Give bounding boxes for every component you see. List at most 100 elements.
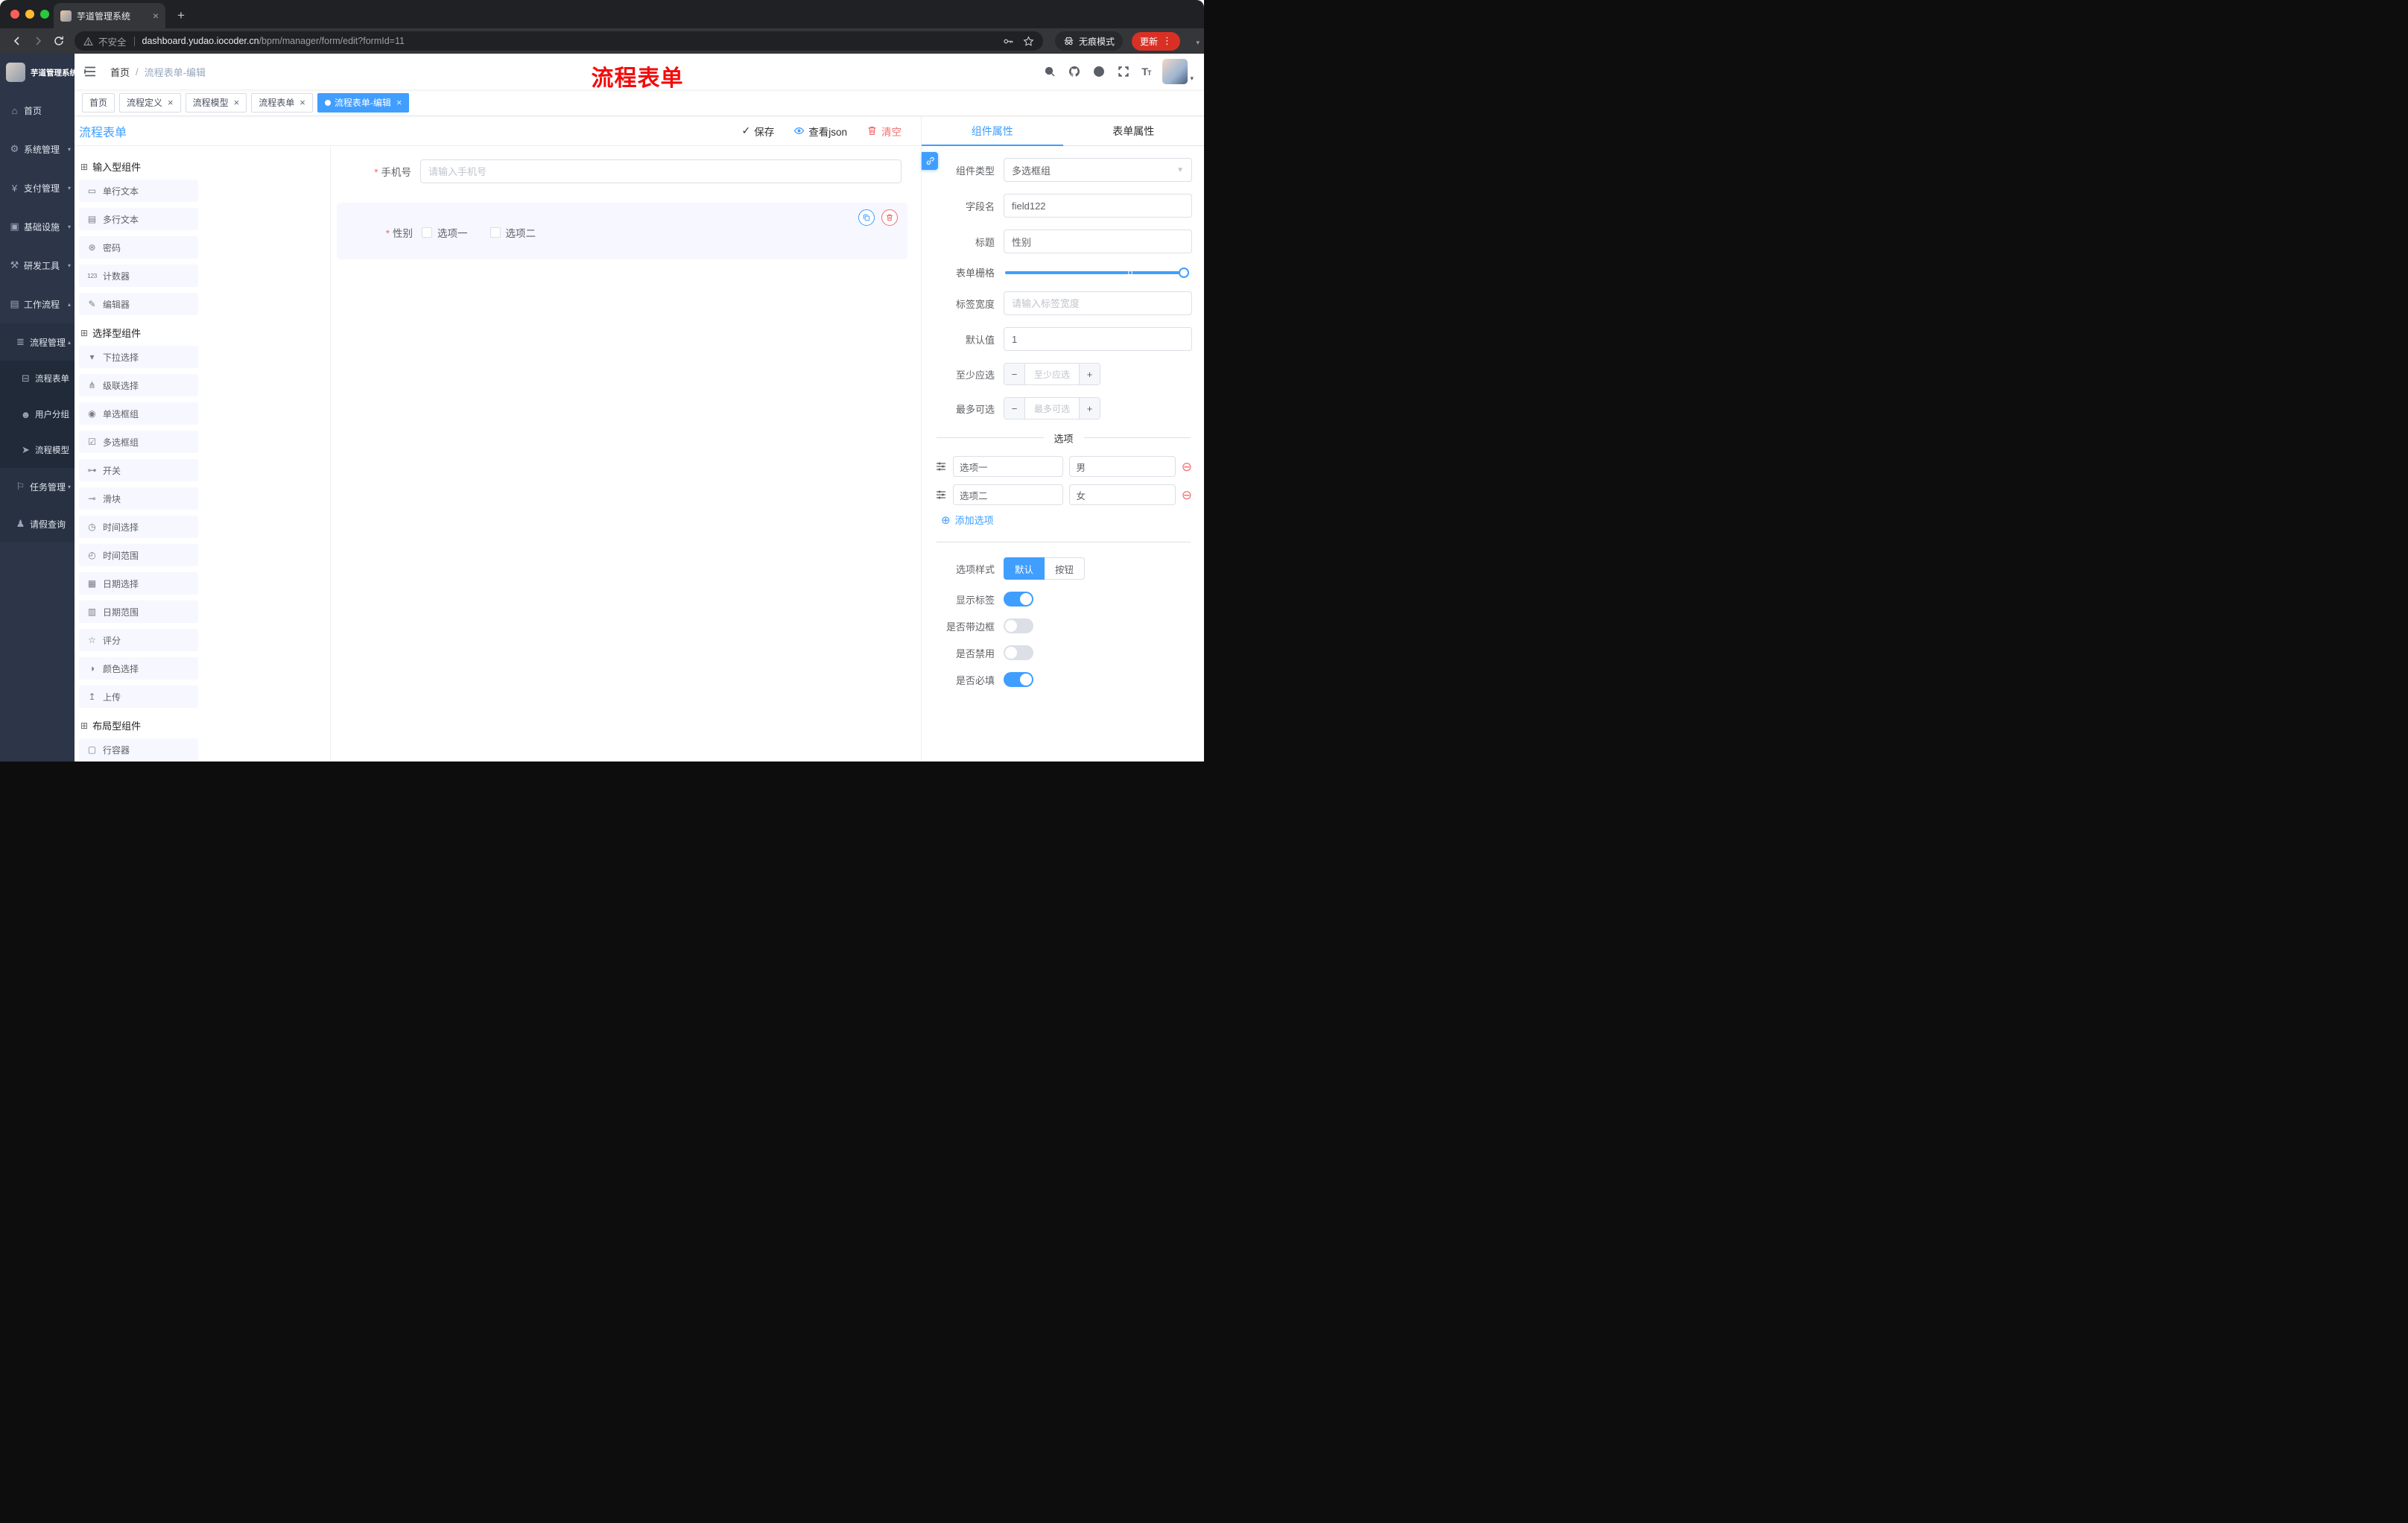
component-rate[interactable]: ☆ 评分 bbox=[79, 629, 198, 651]
component-cascader[interactable]: ⋔ 级联选择 bbox=[79, 374, 198, 396]
hamburger-menu-icon[interactable] bbox=[82, 63, 98, 80]
gender-option-2-checkbox[interactable]: 选项二 bbox=[489, 225, 536, 240]
drag-handle-icon[interactable] bbox=[935, 460, 947, 472]
tag-close-icon[interactable]: × bbox=[300, 98, 305, 107]
option-value-input[interactable] bbox=[1069, 456, 1176, 477]
component-password[interactable]: ⊛ 密码 bbox=[79, 236, 198, 259]
style-default-button[interactable]: 默认 bbox=[1004, 557, 1045, 580]
component-radio-group[interactable]: ◉ 单选框组 bbox=[79, 402, 198, 425]
slider-handle[interactable] bbox=[1179, 267, 1189, 278]
user-avatar-menu[interactable]: ▾ bbox=[1162, 59, 1194, 84]
style-button-button[interactable]: 按钮 bbox=[1045, 557, 1086, 580]
sidebar-logo[interactable]: 芋道管理系统 bbox=[0, 54, 75, 91]
plus-button[interactable]: + bbox=[1079, 364, 1100, 384]
minus-button[interactable]: − bbox=[1004, 398, 1025, 419]
component-time-range[interactable]: ◴ 时间范围 bbox=[79, 544, 198, 566]
label-width-input[interactable] bbox=[1004, 291, 1192, 315]
chevron-down-icon[interactable]: ▾ bbox=[1196, 39, 1200, 47]
fullscreen-icon[interactable] bbox=[1117, 66, 1129, 78]
sidebar-item-home[interactable]: ⌂ 首页 bbox=[0, 91, 75, 130]
close-window-button[interactable] bbox=[10, 10, 19, 19]
component-counter[interactable]: 123 计数器 bbox=[79, 265, 198, 287]
copy-component-button[interactable] bbox=[858, 209, 875, 226]
sidebar-item-user-group[interactable]: ☻ 用户分组 bbox=[0, 396, 75, 432]
component-editor[interactable]: ✎ 编辑器 bbox=[79, 293, 198, 315]
option-value-input[interactable] bbox=[1069, 484, 1176, 505]
sidebar-item-system[interactable]: ⚙ 系统管理 ▾ bbox=[0, 130, 75, 168]
field-name-input[interactable] bbox=[1004, 194, 1192, 218]
sidebar-item-payment[interactable]: ¥ 支付管理 ▾ bbox=[0, 168, 75, 207]
minus-button[interactable]: − bbox=[1004, 364, 1025, 384]
plus-button[interactable]: + bbox=[1079, 398, 1100, 419]
browser-update-button[interactable]: 更新 ⋮ bbox=[1132, 31, 1181, 51]
option-label-input[interactable] bbox=[953, 484, 1064, 505]
max-select-value[interactable]: 最多可选 bbox=[1025, 398, 1079, 419]
sidebar-item-process-management[interactable]: ≣ 流程管理 ▴ bbox=[0, 323, 75, 361]
title-input[interactable] bbox=[1004, 229, 1192, 253]
sidebar-item-workflow[interactable]: ▤ 工作流程 ▴ bbox=[0, 285, 75, 323]
drag-handle-icon[interactable] bbox=[935, 489, 947, 501]
component-date[interactable]: ▦ 日期选择 bbox=[79, 572, 198, 595]
tab-close-icon[interactable]: × bbox=[153, 10, 159, 22]
font-size-icon[interactable]: TT bbox=[1141, 66, 1151, 77]
github-icon[interactable] bbox=[1068, 66, 1080, 78]
url-address-bar[interactable]: 不安全 dashboard.yudao.iocoder.cn/bpm/manag… bbox=[75, 31, 1043, 51]
option-label-input[interactable] bbox=[953, 456, 1064, 477]
sidebar-item-leave-query[interactable]: ♟ 请假查询 bbox=[0, 505, 75, 542]
component-checkbox-group[interactable]: ☑ 多选框组 bbox=[79, 431, 198, 453]
remove-option-icon[interactable]: ⊖ bbox=[1182, 489, 1192, 501]
component-row[interactable]: ▢ 行容器 bbox=[79, 738, 198, 761]
sidebar-item-process-form[interactable]: ⊟ 流程表单 bbox=[0, 361, 75, 396]
toggle-required[interactable] bbox=[1004, 672, 1033, 687]
browser-menu-dots-icon[interactable]: ⋮ bbox=[1162, 35, 1172, 47]
breadcrumb-home[interactable]: 首页 bbox=[110, 65, 130, 79]
toggle-border[interactable] bbox=[1004, 618, 1033, 633]
remove-option-icon[interactable]: ⊖ bbox=[1182, 460, 1192, 473]
gender-option-1-checkbox[interactable]: 选项一 bbox=[422, 225, 468, 240]
design-canvas[interactable]: 手机号 性别 bbox=[331, 146, 921, 762]
bookmark-star-icon[interactable] bbox=[1023, 35, 1034, 47]
component-slider[interactable]: ⊸ 滑块 bbox=[79, 487, 198, 510]
minimize-window-button[interactable] bbox=[25, 10, 34, 19]
phone-input[interactable] bbox=[420, 159, 902, 183]
default-value-input[interactable] bbox=[1004, 327, 1192, 351]
tag-close-icon[interactable]: × bbox=[396, 98, 402, 107]
reload-button[interactable] bbox=[49, 31, 69, 51]
form-grid-slider[interactable] bbox=[1005, 267, 1189, 278]
component-date-range[interactable]: ▥ 日期范围 bbox=[79, 601, 198, 623]
zoom-window-button[interactable] bbox=[40, 10, 49, 19]
tab-form-props[interactable]: 表单属性 bbox=[1063, 116, 1205, 145]
incognito-badge[interactable]: 无痕模式 bbox=[1055, 31, 1124, 51]
tag-process-form[interactable]: 流程表单 × bbox=[251, 92, 313, 113]
back-button[interactable] bbox=[7, 31, 27, 51]
tab-component-props[interactable]: 组件属性 bbox=[922, 116, 1063, 146]
search-icon[interactable] bbox=[1043, 66, 1056, 78]
sidebar-item-devtools[interactable]: ⚒ 研发工具 ▾ bbox=[0, 246, 75, 285]
component-type-select[interactable]: 多选框组 ▼ bbox=[1004, 158, 1192, 182]
tag-process-form-edit[interactable]: 流程表单-编辑 × bbox=[317, 92, 410, 113]
link-badge[interactable] bbox=[922, 152, 938, 170]
sidebar-item-task-management[interactable]: ⚐ 任务管理 ▾ bbox=[0, 468, 75, 505]
password-key-icon[interactable] bbox=[1003, 36, 1014, 47]
view-json-button[interactable]: 查看json bbox=[793, 124, 847, 139]
component-text-input[interactable]: ▭ 单行文本 bbox=[79, 180, 198, 202]
delete-component-button[interactable] bbox=[881, 209, 898, 226]
tag-process-definition[interactable]: 流程定义 × bbox=[119, 92, 181, 113]
phone-field-row[interactable]: 手机号 bbox=[335, 159, 909, 183]
toggle-disabled[interactable] bbox=[1004, 645, 1033, 660]
browser-tab[interactable]: 芋道管理系统 × bbox=[54, 3, 165, 28]
min-select-value[interactable]: 至少应选 bbox=[1025, 364, 1079, 384]
toggle-show-label[interactable] bbox=[1004, 592, 1033, 607]
save-button[interactable]: ✓ 保存 bbox=[742, 124, 775, 139]
component-switch[interactable]: ⊶ 开关 bbox=[79, 459, 198, 481]
tag-close-icon[interactable]: × bbox=[234, 98, 240, 107]
tag-process-model[interactable]: 流程模型 × bbox=[185, 92, 247, 113]
add-option-button[interactable]: ⊕ 添加选项 bbox=[941, 513, 1192, 527]
component-color[interactable]: ◑ 颜色选择 bbox=[79, 657, 198, 680]
component-textarea[interactable]: ▤ 多行文本 bbox=[79, 208, 198, 230]
help-icon[interactable] bbox=[1092, 66, 1105, 78]
sidebar-item-infrastructure[interactable]: ▣ 基础设施 ▾ bbox=[0, 207, 75, 246]
component-upload[interactable]: ↥ 上传 bbox=[79, 685, 198, 708]
sidebar-item-process-model[interactable]: ➤ 流程模型 bbox=[0, 432, 75, 468]
forward-button[interactable] bbox=[28, 31, 48, 51]
